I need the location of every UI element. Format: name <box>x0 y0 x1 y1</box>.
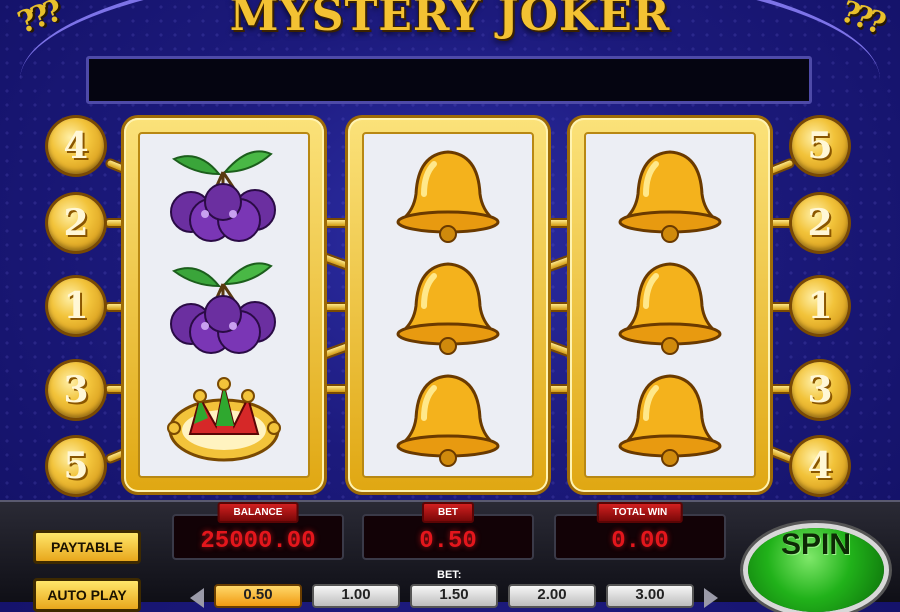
payline-badge-left[interactable]: 5 <box>48 438 104 494</box>
payline-badge-right[interactable]: 3 <box>792 362 848 418</box>
reel-3 <box>570 118 770 492</box>
bell-icon <box>618 262 722 355</box>
paytable-button[interactable]: PAYTABLE <box>33 530 141 564</box>
bet-option[interactable]: 2.00 <box>508 584 596 608</box>
bet-increase-arrow-icon[interactable] <box>704 588 718 608</box>
payline-badge-left[interactable]: 4 <box>48 118 104 174</box>
reel-window <box>138 132 310 478</box>
plum-icon <box>170 262 276 354</box>
reel-window <box>362 132 534 478</box>
game-logo: MYSTERY JOKER <box>229 0 671 41</box>
payline-badge-left[interactable]: 3 <box>48 362 104 418</box>
bet-label: BET <box>422 502 474 523</box>
bet-value: 0.50 <box>419 528 477 555</box>
spin-button[interactable]: SPIN <box>748 528 884 612</box>
bell-icon <box>396 374 500 467</box>
bell-icon <box>396 262 500 355</box>
payline-badge-right[interactable]: 4 <box>792 438 848 494</box>
balance-value: 25000.00 <box>200 528 316 555</box>
payline-badge-right[interactable]: 2 <box>792 195 848 251</box>
bet-option[interactable]: 1.00 <box>312 584 400 608</box>
joker-hat-icon <box>167 377 281 462</box>
bet-decrease-arrow-icon[interactable] <box>190 588 204 608</box>
reel-2 <box>348 118 548 492</box>
total-win-label: TOTAL WIN <box>596 502 684 523</box>
bet-selector-label: BET: <box>437 569 462 581</box>
reel-window <box>584 132 756 478</box>
bell-icon <box>618 150 722 243</box>
balance-meter: BALANCE 25000.00 <box>172 502 344 560</box>
bell-icon <box>618 374 722 467</box>
payline-badge-left[interactable]: 2 <box>48 195 104 251</box>
bet-option[interactable]: 0.50 <box>214 584 302 608</box>
total-win-value: 0.00 <box>611 528 669 555</box>
bell-icon <box>396 150 500 243</box>
message-bar <box>86 56 812 104</box>
total-win-meter: TOTAL WIN 0.00 <box>554 502 726 560</box>
payline-badge-right[interactable]: 1 <box>792 278 848 334</box>
plum-icon <box>170 150 276 242</box>
payline-badge-left[interactable]: 1 <box>48 278 104 334</box>
bet-option[interactable]: 3.00 <box>606 584 694 608</box>
balance-label: BALANCE <box>217 502 299 523</box>
payline-badge-right[interactable]: 5 <box>792 118 848 174</box>
bet-meter: BET 0.50 <box>362 502 534 560</box>
bet-option[interactable]: 1.50 <box>410 584 498 608</box>
reel-1 <box>124 118 324 492</box>
autoplay-button[interactable]: AUTO PLAY <box>33 578 141 612</box>
